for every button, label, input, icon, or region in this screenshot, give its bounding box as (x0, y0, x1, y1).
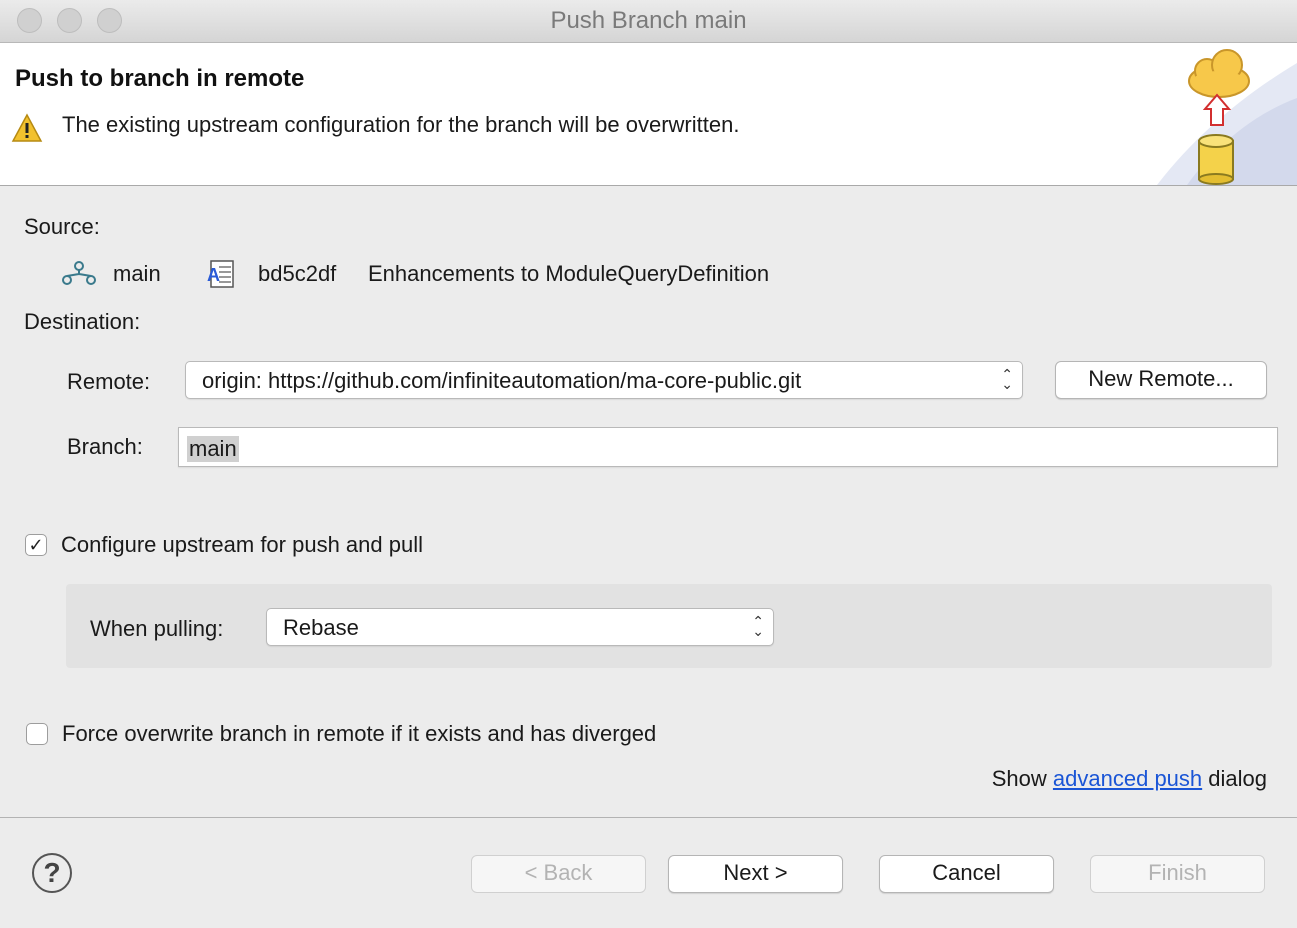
source-commit-message: Enhancements to ModuleQueryDefinition (368, 261, 770, 286)
source-label: Source: (24, 214, 100, 239)
branch-input-value: main (187, 436, 239, 462)
source-commit-id: bd5c2df (258, 261, 337, 286)
commit-icon: A (207, 260, 234, 288)
warning-icon (11, 113, 43, 142)
when-pulling-label: When pulling: (90, 616, 224, 641)
source-branch-name: main (113, 261, 161, 286)
advanced-prefix: Show (991, 766, 1047, 791)
chevron-up-down-icon: ⌃ ⌄ (1001, 366, 1013, 392)
force-overwrite-label: Force overwrite branch in remote if it e… (62, 721, 657, 746)
cancel-button[interactable]: Cancel (879, 855, 1054, 893)
warning-message: The existing upstream configuration for … (62, 112, 740, 137)
next-button[interactable]: Next > (668, 855, 843, 893)
configure-upstream-checkbox[interactable]: ✓ (25, 534, 47, 556)
configure-upstream-label: Configure upstream for push and pull (61, 532, 423, 557)
remote-label: Remote: (67, 369, 151, 394)
advanced-suffix: dialog (1208, 766, 1267, 791)
when-pulling-value: Rebase (283, 615, 359, 640)
footer-divider (0, 817, 1297, 818)
checkmark-icon: ✓ (28, 535, 44, 555)
advanced-push-link[interactable]: advanced push (1053, 766, 1202, 791)
branch-input[interactable]: main (178, 427, 1278, 467)
svg-text:A: A (207, 265, 220, 285)
help-icon[interactable]: ? (32, 853, 72, 893)
dialog-header: Push to branch in remote The existing up… (0, 43, 1297, 186)
push-cloud-banner-icon (1157, 49, 1297, 185)
branch-label: Branch: (67, 434, 143, 459)
pull-options-panel: When pulling: Rebase ⌃ ⌄ (66, 584, 1272, 668)
destination-label: Destination: (24, 309, 141, 334)
force-overwrite-checkbox[interactable] (26, 723, 48, 745)
remote-select-value: origin: https://github.com/infiniteautom… (202, 368, 802, 393)
chevron-up-down-icon: ⌃ ⌄ (752, 613, 764, 639)
advanced-push-line: Show advanced push dialog (992, 766, 1267, 792)
page-title: Push to branch in remote (15, 65, 305, 92)
back-button[interactable]: < Back (471, 855, 646, 893)
branch-icon (62, 261, 96, 285)
title-bar: Push Branch main (0, 0, 1297, 43)
new-remote-button[interactable]: New Remote... (1055, 361, 1267, 399)
window-title: Push Branch main (550, 7, 747, 34)
remote-select[interactable]: origin: https://github.com/infiniteautom… (185, 361, 1023, 399)
finish-button[interactable]: Finish (1090, 855, 1265, 893)
when-pulling-select[interactable]: Rebase ⌃ ⌄ (266, 608, 774, 646)
